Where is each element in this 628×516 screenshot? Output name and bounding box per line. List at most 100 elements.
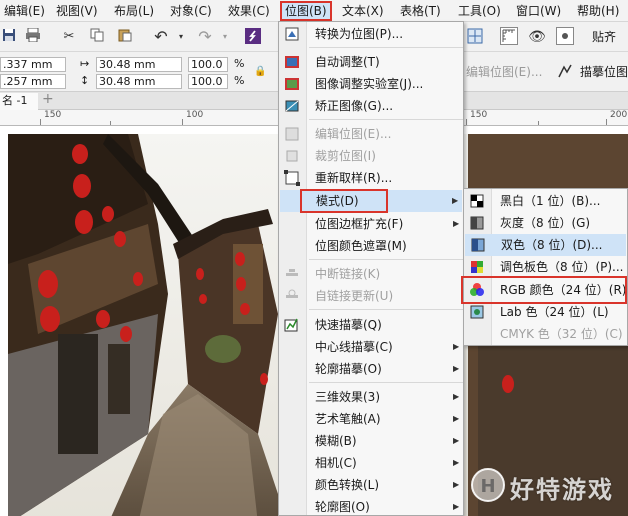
menu-edit[interactable]: 编辑(E) (4, 3, 45, 19)
menu-item-duotone[interactable]: 双色（8 位）(D)... (465, 234, 626, 256)
menu-item-mode[interactable]: 模式(D) ▶ (280, 190, 462, 212)
menu-item-auto-adjust[interactable]: 自动调整(T) (279, 51, 463, 73)
menu-item-paletted[interactable]: 调色板色（8 位）(P)... (464, 256, 627, 278)
menu-item-label: 颜色转换(L) (315, 478, 380, 492)
menu-item-label: 黑白（1 位）(B)... (500, 194, 601, 208)
menu-item-label: 位图边框扩充(F) (315, 217, 404, 231)
menu-item-cmyk-color[interactable]: CMYK 色（32 位）(C) (464, 323, 627, 345)
redo-dropdown-icon[interactable]: ▾ (216, 28, 234, 46)
menu-item-3d-effects[interactable]: 三维效果(3) ▶ (279, 386, 463, 408)
menu-item-label: 中断链接(K) (315, 267, 381, 281)
height-icon: ↕ (80, 74, 90, 87)
menu-item-label: 轮廓图(O) (315, 500, 370, 514)
menu-item-color-transform[interactable]: 颜色转换(L) ▶ (279, 474, 463, 496)
submenu-arrow-icon: ▶ (453, 414, 460, 423)
menu-effects[interactable]: 效果(C) (228, 3, 270, 19)
lock-ratio-icon[interactable]: 🔒 (254, 65, 266, 79)
percent-x-label: % (234, 57, 245, 70)
menu-item-label: Lab 色（24 位）(L) (500, 305, 609, 319)
print-icon[interactable] (24, 27, 42, 46)
menu-item-convert-to-bitmap[interactable]: 转换为位图(P)... (279, 23, 463, 45)
menu-item-black-white[interactable]: 黑白（1 位）(B)... (464, 190, 627, 212)
menu-item-break-link[interactable]: 中断链接(K) (279, 263, 463, 285)
menu-item-label: 矫正图像(G)... (315, 99, 394, 113)
scale-y-field[interactable]: 100.0 (188, 74, 228, 89)
menu-item-blur[interactable]: 模糊(B) ▶ (279, 430, 463, 452)
menu-item-bitmap-color-mask[interactable]: 位图颜色遮罩(M) (279, 235, 463, 257)
menu-item-label: 图像调整实验室(J)... (315, 77, 424, 91)
copy-icon[interactable] (88, 28, 106, 46)
menu-item-art-strokes[interactable]: 艺术笔触(A) ▶ (279, 408, 463, 430)
menu-item-label: 艺术笔触(A) (315, 412, 381, 426)
menu-item-centerline-trace[interactable]: 中心线描摹(C) ▶ (279, 336, 463, 358)
save-icon[interactable] (0, 28, 18, 46)
edit-bitmap-button[interactable]: 编辑位图(E)... (466, 65, 542, 79)
undo-icon[interactable]: ↶ (152, 28, 170, 46)
menu-table[interactable]: 表格(T) (400, 3, 441, 19)
auto-adjust-icon (284, 54, 300, 70)
straighten-icon (284, 98, 300, 114)
menu-separator (309, 47, 463, 48)
trace-bitmap-icon[interactable] (556, 63, 574, 81)
menu-bitmap[interactable]: 位图(B) (280, 1, 332, 21)
width-field[interactable]: 30.48 mm (96, 57, 182, 72)
scale-x-field[interactable]: 100.0 (188, 57, 228, 72)
view-eye-icon[interactable]: 👁 (528, 28, 546, 46)
menu-item-label: 模式(D) (316, 194, 359, 208)
menu-item-quick-trace[interactable]: 快速描摹(Q) (279, 314, 463, 336)
ruler-tick (182, 119, 183, 125)
add-document-icon[interactable]: + (42, 92, 54, 106)
ruler-label: 200 (610, 110, 628, 120)
trace-bitmap-button[interactable]: 描摹位图 (580, 65, 628, 79)
redo-icon[interactable]: ↷ (196, 28, 214, 46)
menu-item-grayscale[interactable]: 灰度（8 位）(G) (464, 212, 627, 234)
grayscale-icon (469, 215, 485, 231)
menu-item-edit-bitmap[interactable]: 编辑位图(E)... (279, 123, 463, 145)
snap-icon[interactable] (466, 28, 484, 46)
menu-window[interactable]: 窗口(W) (516, 3, 561, 19)
import-icon[interactable] (244, 28, 262, 46)
menu-help[interactable]: 帮助(H) (577, 3, 619, 19)
snap-to-label[interactable]: 贴齐 (592, 30, 616, 44)
rulers-icon[interactable] (500, 27, 518, 45)
menu-item-label: 模糊(B) (315, 434, 357, 448)
menu-view[interactable]: 视图(V) (56, 3, 98, 19)
menu-item-outline-trace[interactable]: 轮廓描摹(O) ▶ (279, 358, 463, 380)
menu-item-lab-color[interactable]: Lab 色（24 位）(L) (464, 301, 627, 323)
menu-item-straighten-image[interactable]: 矫正图像(G)... (279, 95, 463, 117)
menu-item-bitmap-border-expand[interactable]: 位图边框扩充(F) ▶ (279, 213, 463, 235)
cut-icon[interactable]: ✂ (60, 28, 78, 46)
menu-object[interactable]: 对象(C) (170, 3, 212, 19)
menu-layout[interactable]: 布局(L) (114, 3, 154, 19)
ruler-tick (606, 119, 607, 125)
menu-item-update-link[interactable]: 自链接更新(U) (279, 285, 463, 307)
convert-bitmap-icon (284, 26, 300, 42)
menu-item-label: 三维效果(3) (315, 390, 380, 404)
menu-separator (309, 259, 463, 260)
height-field[interactable]: 30.48 mm (96, 74, 182, 89)
menu-item-label: 调色板色（8 位）(P)... (500, 260, 624, 274)
paletted-icon (469, 259, 485, 275)
grid-view-icon[interactable] (556, 27, 574, 45)
lab-icon (469, 304, 485, 320)
menu-item-label: 双色（8 位）(D)... (501, 238, 603, 252)
menu-item-contour[interactable]: 轮廓图(O) ▶ (279, 496, 463, 516)
document-tab[interactable]: 名 -1 (0, 93, 38, 110)
menu-item-rgb-color[interactable]: RGB 颜色（24 位）(R) (464, 279, 627, 301)
x-position-field[interactable]: .337 mm (0, 57, 66, 72)
y-position-field[interactable]: .257 mm (0, 74, 66, 89)
paste-icon[interactable] (116, 28, 134, 46)
menu-item-crop-bitmap[interactable]: 裁剪位图(I) (279, 145, 463, 167)
submenu-arrow-icon: ▶ (453, 458, 460, 467)
menu-bar: 编辑(E) 视图(V) 布局(L) 对象(C) 效果(C) 位图(B) 文本(X… (0, 0, 628, 22)
menu-tools[interactable]: 工具(O) (458, 3, 501, 19)
menu-item-resample[interactable]: 重新取样(R)... (279, 167, 463, 189)
duotone-icon (470, 237, 486, 253)
menu-text[interactable]: 文本(X) (342, 3, 384, 19)
menu-item-label: CMYK 色（32 位）(C) (500, 327, 623, 341)
undo-dropdown-icon[interactable]: ▾ (172, 28, 190, 46)
menu-item-camera[interactable]: 相机(C) ▶ (279, 452, 463, 474)
ruler-label: 150 (44, 110, 62, 120)
menu-item-image-adjustment-lab[interactable]: 图像调整实验室(J)... (279, 73, 463, 95)
break-link-icon (284, 266, 300, 282)
